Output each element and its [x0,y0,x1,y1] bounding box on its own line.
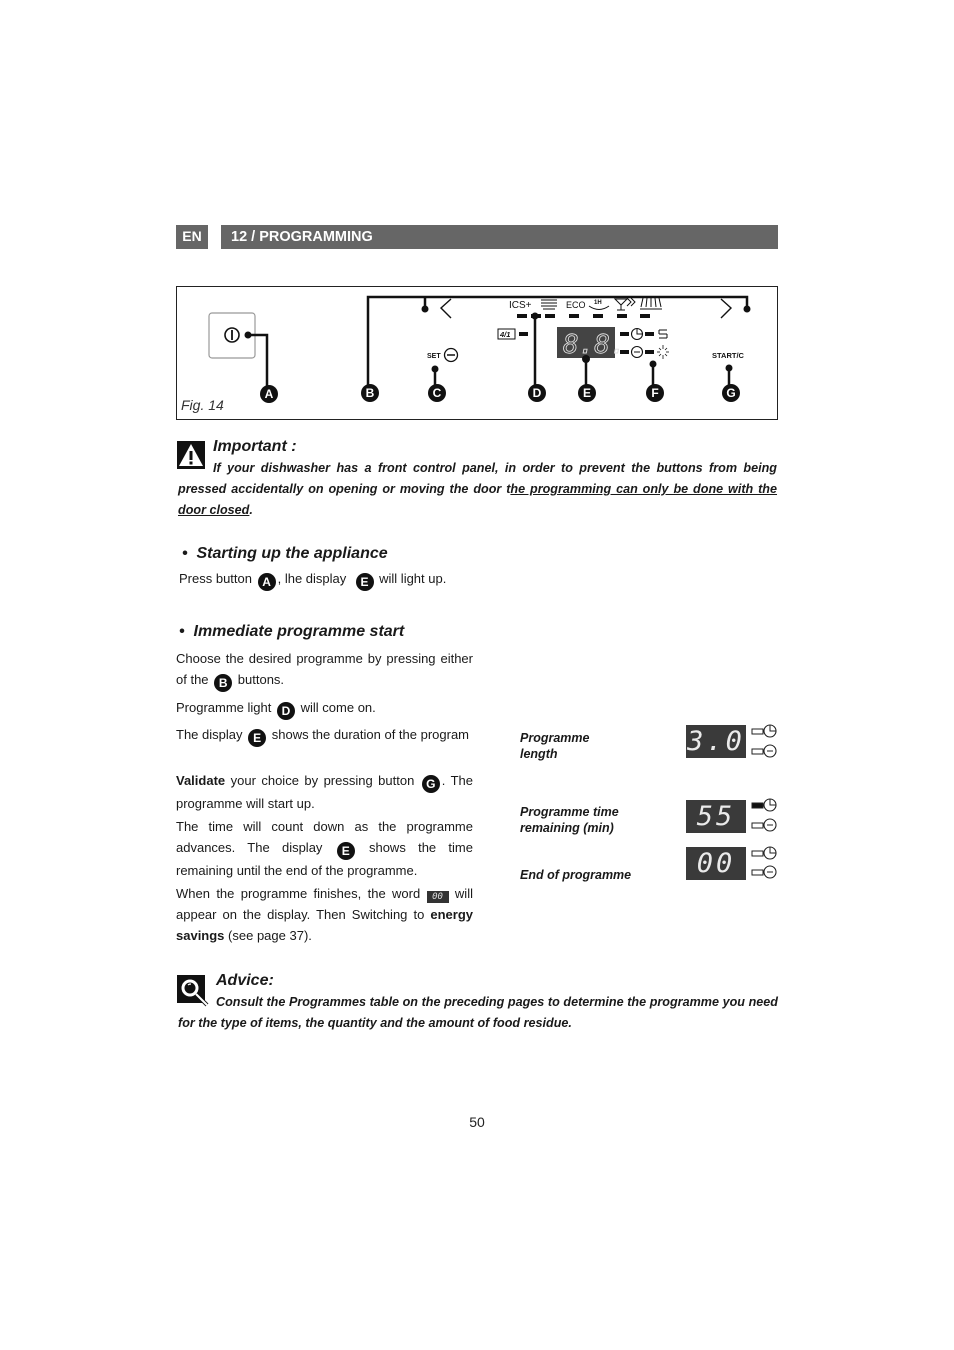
ref-badge-e: E [355,573,374,591]
ref-badge-d: D [277,702,295,720]
para-display-duration: The display E shows the duration of the … [176,727,470,747]
starting-text: Press button A, lhe display E will light… [179,571,447,591]
ref-badge-g: G [421,775,440,793]
start-cancel-label: START/C [712,351,745,360]
ref-badge-b: B [214,674,233,692]
display-label-end: End of programme [520,868,632,882]
para-countdown: The time will count down as the programm… [176,819,473,878]
sparkle-icon [657,345,669,359]
eco-label: ECO [566,300,586,310]
svg-text:SET: SET [427,353,441,360]
display-label-remaining: Programme time remaining (min) [520,805,619,835]
display-label-length: Programme length [520,731,590,761]
svg-text:8.8.: 8.8. [563,330,626,360]
para-validate: Validate your choice by pressing button … [176,773,474,811]
callout-b: B [361,384,379,402]
active-clock-indicator [751,802,764,809]
indicator-group-end [751,846,777,879]
display-indicators [751,724,777,879]
previous-programme-icon [439,298,452,319]
display-remaining: 55 [686,800,746,833]
callout-e: E [578,384,596,402]
svg-text:4/1: 4/1 [499,330,510,339]
para-finish: When the programme finishes, the word 00… [176,886,473,943]
starting-heading: • Starting up the appliance [182,545,388,562]
intensive-icon [541,299,557,310]
advice-text: Consult the Programmes table on the prec… [178,995,778,1030]
one-hour-icon: 1H [588,300,610,310]
advice-title: Advice: [216,972,274,989]
figure-caption: Fig. 14 [181,397,224,413]
ref-badge-e: E [248,729,267,747]
language-badge: EN [176,225,208,249]
prewash-icon [640,297,662,310]
callout-d: D [528,384,546,402]
para-programme-light: Programme light D will come on. [176,700,376,720]
indicator-group-length [751,724,777,758]
ref-badge-e: E [336,842,355,860]
display-end: 00 [686,847,746,880]
mini-display: 00 [426,891,449,903]
svg-text:1H: 1H [594,300,602,306]
callout-a: A [260,385,278,403]
callout-f: F [646,384,664,402]
glass-icon [613,297,636,311]
page-number: 50 [469,1114,485,1130]
para-choose: Choose the desired programme by pressing… [176,651,473,692]
ref-badge-a: A [257,573,276,591]
callout-c: C [428,384,446,402]
important-title: Important : [213,438,297,455]
control-panel-figure: SET ICS+ ECO 1H 4/1 8.8. START/C A B C D… [176,286,778,420]
display-length: 3.0 [686,725,746,758]
important-text: If your dishwasher has a front control p… [178,461,778,517]
indicator-group-remaining [751,798,777,832]
svg-text:ICS+: ICS+ [509,300,532,311]
callout-g: G [722,384,740,402]
auto-off-icon [658,329,668,339]
section-title: 12 / PROGRAMMING [221,225,778,249]
immediate-heading: • Immediate programme start [179,623,405,640]
next-programme-icon [720,298,733,319]
